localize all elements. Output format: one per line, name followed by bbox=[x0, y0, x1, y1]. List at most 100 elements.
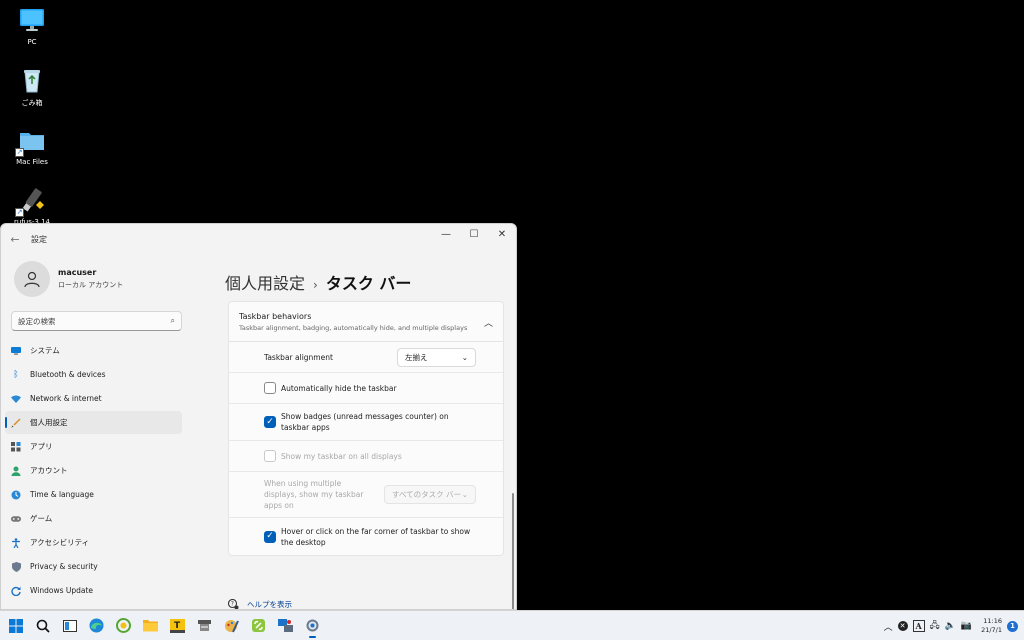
badges-row: ✓ Show badges (unread messages counter) … bbox=[229, 404, 503, 441]
gamepad-icon bbox=[11, 514, 21, 524]
nav-item-personalization[interactable]: 個人用設定 bbox=[5, 411, 182, 434]
taskbar-app-vault[interactable] bbox=[110, 612, 137, 639]
ime-indicator[interactable]: A bbox=[912, 620, 925, 632]
network-icon[interactable]: 🖧 bbox=[930, 618, 940, 634]
nav-item-gaming[interactable]: ゲーム bbox=[5, 507, 182, 530]
recycle-bin-icon bbox=[17, 65, 47, 95]
desktop-icon-recycle-bin[interactable]: ごみ箱 bbox=[8, 65, 56, 108]
auto-hide-checkbox[interactable] bbox=[264, 382, 276, 394]
shield-icon bbox=[11, 561, 21, 572]
taskbar-alignment-row: Taskbar alignment 左揃え ⌄ bbox=[229, 342, 503, 373]
main-content: 個人用設定 › タスク バー Taskbar behaviors Taskbar a… bbox=[191, 254, 516, 609]
badges-checkbox[interactable]: ✓ bbox=[264, 416, 276, 428]
usb-drive-icon: ↗ bbox=[15, 185, 47, 217]
search-icon[interactable]: ⌕ bbox=[171, 316, 175, 326]
accessibility-icon bbox=[11, 537, 21, 548]
nav-item-system[interactable]: システム bbox=[5, 339, 182, 362]
desktop-icon-pc[interactable]: PC bbox=[8, 5, 56, 46]
taskbar-settings[interactable] bbox=[299, 612, 326, 639]
taskbar-file-explorer[interactable] bbox=[137, 612, 164, 639]
nav-item-privacy[interactable]: Privacy & security bbox=[5, 555, 182, 578]
paint-icon bbox=[225, 620, 239, 633]
taskbar-app-gear[interactable] bbox=[191, 612, 218, 639]
task-view-button[interactable] bbox=[56, 612, 83, 639]
nav-item-windows-update[interactable]: Windows Update bbox=[5, 579, 182, 602]
back-button[interactable]: ← bbox=[1, 225, 29, 253]
start-button[interactable] bbox=[2, 612, 29, 639]
taskbar-behaviors-header[interactable]: Taskbar behaviors Taskbar alignment, bad… bbox=[229, 302, 503, 342]
circle-app-icon bbox=[116, 618, 131, 633]
section-title: Taskbar behaviors bbox=[239, 311, 312, 321]
help-link-label: ヘルプを表示 bbox=[247, 600, 292, 609]
taskbar-app-network[interactable] bbox=[272, 612, 299, 639]
desktop-icon-label: PC bbox=[27, 38, 37, 46]
user-profile[interactable]: macuser ローカル アカウント bbox=[1, 254, 191, 304]
scrollbar[interactable] bbox=[512, 493, 514, 609]
checkmark-icon: ✓ bbox=[266, 416, 274, 427]
folder-icon bbox=[143, 620, 158, 632]
tool-icon bbox=[198, 620, 211, 631]
taskbar-app-paint[interactable] bbox=[218, 612, 245, 639]
breadcrumb-separator: › bbox=[313, 278, 318, 292]
taskbar-app-link[interactable] bbox=[245, 612, 272, 639]
title-bar: ← 設定 — ☐ ✕ bbox=[1, 224, 516, 254]
speaker-icon[interactable]: 🔈 bbox=[945, 621, 956, 631]
task-view-icon bbox=[62, 619, 77, 632]
person-icon bbox=[24, 271, 40, 288]
svg-text:T: T bbox=[174, 621, 181, 631]
breadcrumb-parent[interactable]: 個人用設定 bbox=[225, 274, 305, 293]
nav-item-accessibility[interactable]: アクセシビリティ bbox=[5, 531, 182, 554]
person-icon bbox=[11, 466, 21, 476]
nav-item-accounts[interactable]: アカウント bbox=[5, 459, 182, 482]
clock-time: 11:16 bbox=[983, 617, 1002, 625]
taskbar: T ︿ ✕ A 🖧 🔈 📷 11:16 21/7/1 1 bbox=[0, 610, 1024, 640]
chevron-up-icon: ︿ bbox=[483, 319, 493, 329]
taskbar-app-t[interactable]: T bbox=[164, 612, 191, 639]
notification-badge[interactable]: 1 bbox=[1007, 620, 1018, 632]
taskbar-alignment-dropdown[interactable]: 左揃え ⌄ bbox=[397, 347, 476, 367]
desktop-icon-rufus[interactable]: ↗ rufus-3.14 bbox=[8, 185, 56, 226]
auto-hide-label: Automatically hide the taskbar bbox=[281, 383, 397, 393]
minimize-button[interactable]: — bbox=[432, 224, 460, 244]
account-type: ローカル アカウント bbox=[58, 281, 124, 289]
nav-item-time-language[interactable]: Time & language bbox=[5, 483, 182, 506]
search-input[interactable] bbox=[18, 316, 171, 326]
sidebar: macuser ローカル アカウント ⌕ システム ᛒ Bluetooth & d… bbox=[1, 254, 191, 609]
maximize-button[interactable]: ☐ bbox=[460, 224, 488, 244]
close-button[interactable]: ✕ bbox=[488, 224, 516, 244]
taskbar-edge[interactable] bbox=[83, 612, 110, 639]
nav-item-label: Time & language bbox=[30, 490, 94, 499]
shortcut-arrow-icon: ↗ bbox=[15, 148, 24, 157]
help-link[interactable]: ? ヘルプを表示 bbox=[228, 599, 292, 609]
nav-item-network[interactable]: Network & internet bbox=[5, 387, 182, 410]
taskbar-search-button[interactable] bbox=[29, 612, 56, 639]
clock-date: 21/7/1 bbox=[981, 626, 1002, 634]
chevron-up-icon[interactable]: ︿ bbox=[884, 620, 893, 633]
camera-icon[interactable]: 📷 bbox=[961, 621, 972, 631]
nav-item-apps[interactable]: アプリ bbox=[5, 435, 182, 458]
all-displays-checkbox[interactable] bbox=[264, 450, 276, 462]
chevron-down-icon: ⌄ bbox=[461, 352, 468, 362]
wifi-icon bbox=[11, 394, 21, 404]
clock[interactable]: 11:16 21/7/1 bbox=[981, 617, 1002, 635]
shortcut-arrow-icon: ↗ bbox=[15, 208, 24, 217]
windows-logo-icon bbox=[8, 618, 23, 633]
brush-icon bbox=[11, 418, 21, 428]
nav-item-bluetooth[interactable]: ᛒ Bluetooth & devices bbox=[5, 363, 182, 386]
all-displays-row: Show my taskbar on all displays bbox=[229, 441, 503, 472]
desktop-icon-label: ごみ箱 bbox=[21, 99, 43, 107]
desktop-icon-mac-files[interactable]: ↗ Mac Files bbox=[8, 125, 56, 166]
arrow-left-icon: ← bbox=[10, 232, 20, 246]
monitor-icon bbox=[11, 346, 21, 356]
svg-text:?: ? bbox=[231, 601, 234, 608]
multi-display-dropdown[interactable]: すべてのタスク バー ⌄ bbox=[384, 485, 476, 504]
far-corner-checkbox[interactable]: ✓ bbox=[264, 530, 276, 543]
nav-item-label: システム bbox=[30, 346, 60, 355]
link-app-icon bbox=[252, 619, 265, 632]
section-subtitle: Taskbar alignment, badging, automaticall… bbox=[239, 323, 468, 332]
close-circle-icon[interactable]: ✕ bbox=[897, 621, 908, 631]
multi-display-label: When using multiple displays, show my ta… bbox=[264, 479, 364, 510]
nav-item-label: アプリ bbox=[30, 442, 53, 451]
taskbar-alignment-label: Taskbar alignment bbox=[264, 352, 333, 362]
multi-display-row: When using multiple displays, show my ta… bbox=[229, 472, 503, 518]
